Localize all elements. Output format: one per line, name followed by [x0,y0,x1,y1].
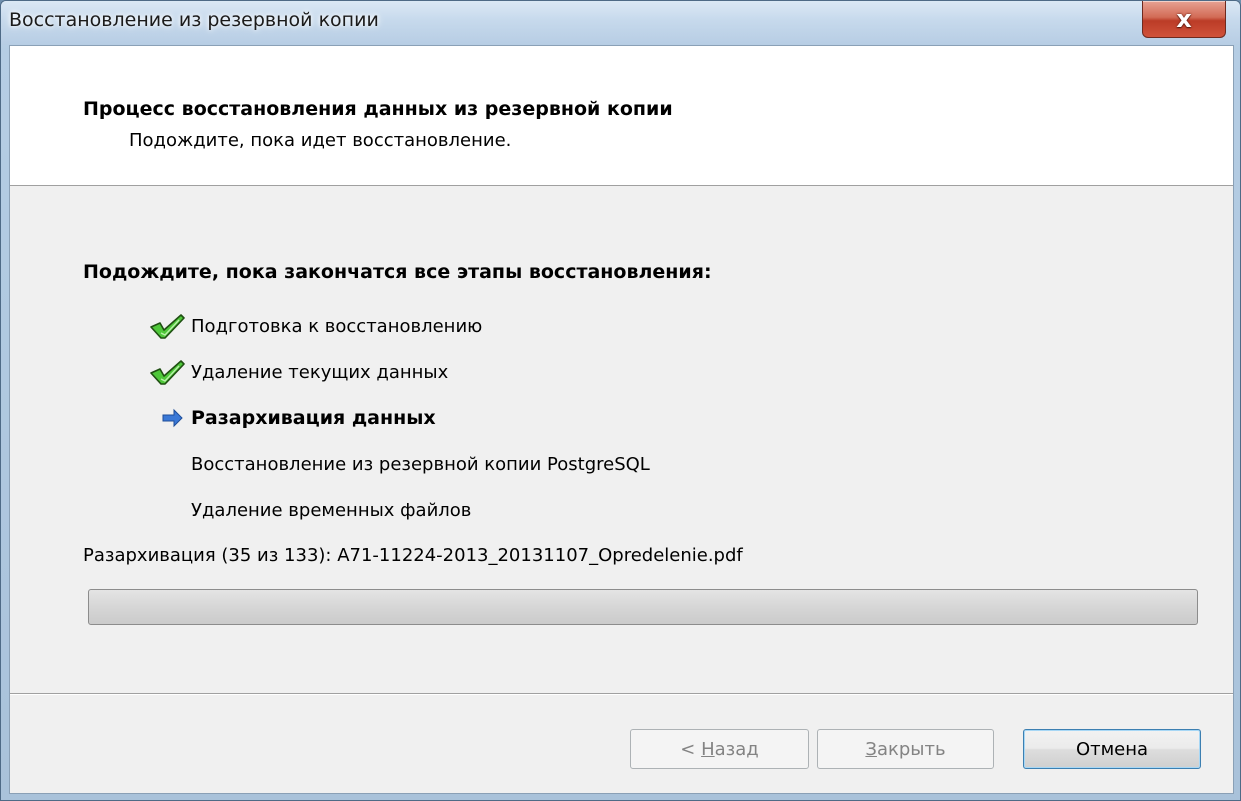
step-restore-postgresql: Восстановление из резервной копии Postgr… [149,449,650,479]
step-label: Разархивация данных [191,407,436,429]
status-text: Разархивация (35 из 133): A71-11224-2013… [83,545,743,566]
back-button[interactable]: < Назад [630,729,809,769]
wizard-body: Подождите, пока закончатся все этапы вос… [10,186,1233,691]
steps-heading: Подождите, пока закончатся все этапы вос… [83,261,712,283]
step-unarchive: Разархивация данных [149,403,436,433]
back-button-prefix: < [680,738,702,760]
button-divider [10,693,1233,695]
close-window-button[interactable]: x [1142,1,1226,38]
step-delete-current: Удаление текущих данных [149,357,448,387]
step-label: Удаление временных файлов [191,499,472,521]
cancel-button[interactable]: Отмена [1023,729,1201,769]
step-marker-empty [149,449,191,479]
title-bar[interactable]: Восстановление из резервной копии x [1,1,1240,45]
restore-dialog-window: Восстановление из резервной копии x Проц… [0,0,1241,801]
close-button-rest: акрыть [876,738,946,760]
step-delete-temp: Удаление временных файлов [149,495,471,525]
close-button-accel: З [865,738,877,760]
window-title: Восстановление из резервной копии [9,9,379,31]
cancel-button-label: Отмена [1075,738,1149,760]
step-marker-empty [149,495,191,525]
dialog-client-area: Процесс восстановления данных из резервн… [9,45,1234,794]
wizard-header: Процесс восстановления данных из резервн… [10,46,1233,186]
step-label: Подготовка к восстановлению [191,315,483,337]
step-label: Восстановление из резервной копии Postgr… [191,453,650,475]
progress-bar [88,589,1198,625]
checkmark-icon [149,357,191,387]
header-subtitle: Подождите, пока идет восстановление. [129,130,512,151]
arrow-right-icon [149,403,191,433]
header-title: Процесс восстановления данных из резервн… [83,98,673,120]
step-prepare: Подготовка к восстановлению [149,311,482,341]
close-icon: x [1176,5,1192,33]
back-button-rest: азад [714,738,759,760]
checkmark-icon [149,311,191,341]
close-button[interactable]: Закрыть [817,729,994,769]
back-button-accel: Н [701,738,715,760]
step-label: Удаление текущих данных [191,361,449,383]
